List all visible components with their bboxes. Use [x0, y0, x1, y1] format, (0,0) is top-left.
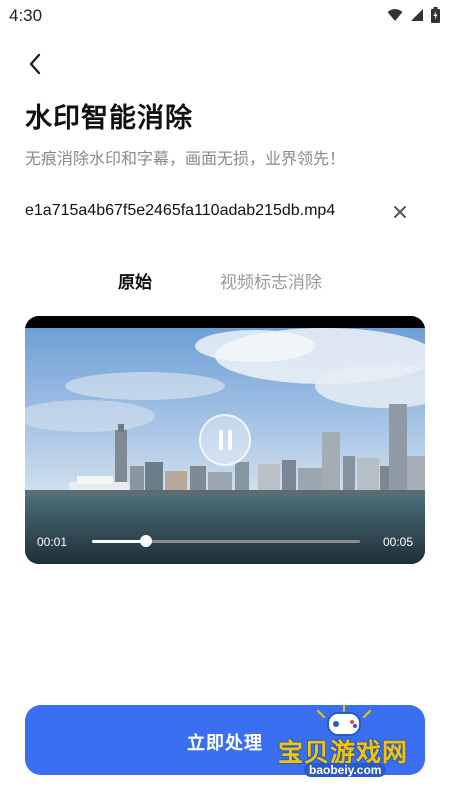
- back-button[interactable]: [22, 50, 50, 78]
- progress-thumb[interactable]: [139, 535, 152, 547]
- file-row: e1a715a4b67f5e2465fa110adab215db.mp4: [25, 200, 425, 226]
- status-icons: [387, 7, 440, 23]
- status-time: 4:30: [9, 6, 43, 25]
- chevron-left-icon: [29, 53, 41, 75]
- progress-fill: [92, 540, 146, 543]
- site-watermark: 宝贝游戏网 baobeiy.com: [272, 705, 432, 785]
- tab-bar: 原始 视频标志消除: [0, 268, 450, 298]
- watermark-url: baobeiy.com: [304, 763, 387, 777]
- remove-file-button[interactable]: [390, 202, 410, 222]
- tab-original[interactable]: 原始: [118, 268, 152, 293]
- progress-bar[interactable]: [92, 535, 360, 547]
- video-player[interactable]: 00:01 00:05: [25, 316, 425, 564]
- total-time: 00:05: [382, 535, 413, 549]
- wifi-icon: [387, 9, 403, 21]
- signal-icon: [411, 9, 423, 21]
- close-icon: [394, 206, 406, 218]
- current-time: 00:01: [37, 535, 68, 549]
- page-subtitle: 无痕消除水印和字幕，画面无损，业界领先！: [25, 149, 346, 168]
- status-bar: 4:30: [0, 0, 450, 32]
- file-name: e1a715a4b67f5e2465fa110adab215db.mp4: [25, 202, 336, 219]
- pause-icon: [219, 430, 223, 450]
- page-title: 水印智能消除: [25, 103, 193, 134]
- pause-button[interactable]: [199, 414, 251, 466]
- tab-logo-removal[interactable]: 视频标志消除: [220, 268, 322, 293]
- battery-icon: [431, 7, 440, 23]
